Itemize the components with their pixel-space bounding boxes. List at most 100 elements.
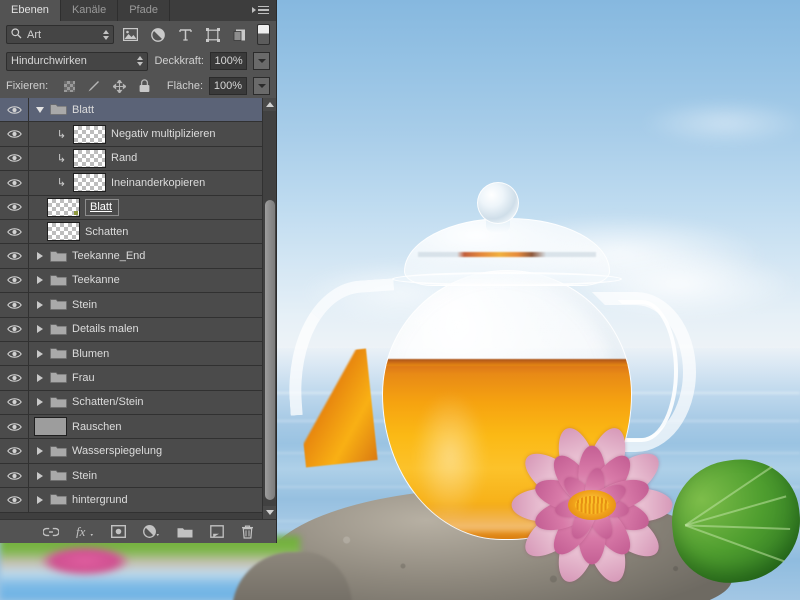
- layer-row[interactable]: hintergrund: [0, 488, 262, 513]
- layer-rows-container[interactable]: Blatt ↳ Negativ multiplizieren ↳ Rand ↳ Ineina…: [0, 98, 262, 519]
- layer-row-body[interactable]: Blatt: [29, 197, 262, 217]
- fill-dropdown-arrow[interactable]: [253, 77, 270, 95]
- adjustment-filter-icon[interactable]: [148, 25, 168, 44]
- layer-row[interactable]: Blatt: [0, 98, 262, 123]
- fill-input[interactable]: 100%: [209, 77, 247, 95]
- smartobject-filter-icon[interactable]: [230, 25, 250, 44]
- layer-visibility-toggle[interactable]: [0, 219, 29, 244]
- layer-row[interactable]: Teekanne: [0, 268, 262, 294]
- layer-visibility-toggle[interactable]: [0, 195, 29, 219]
- filter-toggle-switch[interactable]: [256, 24, 270, 45]
- layer-visibility-toggle[interactable]: [0, 268, 29, 293]
- blend-mode-stepper[interactable]: [137, 56, 144, 66]
- layer-row-body[interactable]: ↳ Ineinanderkopieren: [29, 173, 262, 193]
- opacity-input[interactable]: 100%: [209, 52, 248, 70]
- layer-thumbnail[interactable]: [73, 148, 106, 168]
- layer-visibility-toggle[interactable]: [0, 390, 29, 415]
- layer-row-body[interactable]: Blumen: [29, 347, 262, 360]
- layer-thumbnail[interactable]: [34, 417, 67, 437]
- tab-ebenen[interactable]: Ebenen: [0, 0, 61, 21]
- layer-thumbnail[interactable]: [73, 124, 106, 144]
- layers-panel-footer[interactable]: fx: [0, 519, 276, 543]
- lock-image-icon[interactable]: [87, 79, 101, 93]
- new-group-icon[interactable]: [177, 524, 193, 540]
- tab-pfade[interactable]: Pfade: [118, 0, 170, 21]
- type-filter-icon[interactable]: [175, 25, 195, 44]
- new-layer-icon[interactable]: [210, 524, 224, 540]
- layer-row-body[interactable]: Wasserspiegelung: [29, 445, 262, 458]
- layer-visibility-toggle[interactable]: [0, 463, 29, 488]
- layer-list-scrollbar[interactable]: [262, 98, 276, 519]
- tab-kanaele[interactable]: Kanäle: [60, 0, 119, 21]
- panel-tab-strip[interactable]: Ebenen Kanäle Pfade: [0, 0, 276, 21]
- layer-row-body[interactable]: Details malen: [29, 323, 262, 336]
- chevron-right-icon[interactable]: [34, 251, 45, 262]
- chevron-right-icon[interactable]: [34, 470, 45, 481]
- layer-row[interactable]: Frau: [0, 366, 262, 391]
- opacity-dropdown-arrow[interactable]: [253, 52, 270, 70]
- new-adjustment-layer-icon[interactable]: [143, 524, 160, 540]
- layer-row-body[interactable]: ↳ Rand: [29, 148, 262, 168]
- layer-row[interactable]: Wasserspiegelung: [0, 439, 262, 464]
- layer-visibility-toggle[interactable]: [0, 293, 29, 317]
- blend-mode-row[interactable]: Hindurchwirken Deckkraft: 100%: [0, 48, 276, 74]
- layer-visibility-toggle[interactable]: [0, 317, 29, 341]
- chevron-right-icon[interactable]: [34, 299, 45, 310]
- chevron-right-icon[interactable]: [34, 275, 45, 286]
- lock-row[interactable]: Fixieren: Fläche: 100%: [0, 74, 276, 98]
- layer-list[interactable]: Blatt ↳ Negativ multiplizieren ↳ Rand ↳ Ineina…: [0, 98, 276, 519]
- image-filter-icon[interactable]: [121, 25, 141, 44]
- blend-mode-select[interactable]: Hindurchwirken: [6, 51, 149, 71]
- filter-kind-stepper[interactable]: [102, 29, 109, 40]
- layer-row-body[interactable]: ↳ Negativ multiplizieren: [29, 124, 262, 144]
- shape-filter-icon[interactable]: [202, 25, 222, 44]
- layer-visibility-toggle[interactable]: [0, 244, 29, 268]
- scroll-up-arrow[interactable]: [263, 98, 276, 111]
- chevron-right-icon[interactable]: [34, 397, 45, 408]
- layer-row-body[interactable]: Blatt: [29, 103, 262, 116]
- chevron-right-icon[interactable]: [34, 446, 45, 457]
- layer-row-body[interactable]: Rauschen: [29, 417, 262, 437]
- layer-visibility-toggle[interactable]: [0, 488, 29, 512]
- delete-layer-icon[interactable]: [241, 524, 254, 540]
- layer-row[interactable]: Rauschen: [0, 415, 262, 440]
- panel-menu-icon[interactable]: [252, 4, 270, 16]
- layer-row[interactable]: ↳ Ineinanderkopieren: [0, 171, 262, 196]
- chevron-right-icon[interactable]: [34, 372, 45, 383]
- lock-transparency-icon[interactable]: [62, 79, 76, 93]
- layer-visibility-toggle[interactable]: [0, 171, 29, 195]
- layer-row-body[interactable]: Stein: [29, 469, 262, 482]
- chevron-right-icon[interactable]: [34, 494, 45, 505]
- layer-row-body[interactable]: hintergrund: [29, 493, 262, 506]
- layer-row[interactable]: ↳ Rand: [0, 146, 262, 172]
- link-layers-icon[interactable]: [43, 524, 59, 540]
- layer-thumbnail[interactable]: [47, 197, 80, 217]
- scrollbar-thumb[interactable]: [265, 200, 275, 500]
- layer-row[interactable]: Schatten: [0, 219, 262, 245]
- layer-visibility-toggle[interactable]: [0, 146, 29, 171]
- layer-row[interactable]: ↳ Negativ multiplizieren: [0, 122, 262, 147]
- layer-row-body[interactable]: Stein: [29, 298, 262, 311]
- layer-row-body[interactable]: Schatten: [29, 222, 262, 242]
- layer-name-input[interactable]: Blatt: [85, 198, 120, 216]
- layer-row[interactable]: Stein: [0, 293, 262, 318]
- layer-row-body[interactable]: Teekanne_End: [29, 250, 262, 263]
- lock-all-icon[interactable]: [137, 79, 151, 93]
- layer-thumbnail[interactable]: [47, 222, 80, 242]
- chevron-right-icon[interactable]: [34, 348, 45, 359]
- layer-row[interactable]: Teekanne_End: [0, 244, 262, 269]
- layers-panel[interactable]: Ebenen Kanäle Pfade Art Hindurchwirken D…: [0, 0, 277, 543]
- scroll-down-arrow[interactable]: [263, 506, 276, 519]
- layer-visibility-toggle[interactable]: [0, 98, 29, 122]
- layer-row-body[interactable]: Schatten/Stein: [29, 396, 262, 409]
- layer-row-body[interactable]: Frau: [29, 371, 262, 384]
- layer-thumbnail[interactable]: [73, 173, 106, 193]
- layer-row[interactable]: Stein: [0, 463, 262, 489]
- filter-kind-select[interactable]: Art: [6, 25, 114, 44]
- layer-visibility-toggle[interactable]: [0, 439, 29, 463]
- lock-position-icon[interactable]: [112, 79, 126, 93]
- layer-row[interactable]: Schatten/Stein: [0, 390, 262, 416]
- layer-visibility-toggle[interactable]: [0, 366, 29, 390]
- chevron-down-icon[interactable]: [34, 104, 45, 115]
- layer-filter-row[interactable]: Art: [0, 21, 276, 48]
